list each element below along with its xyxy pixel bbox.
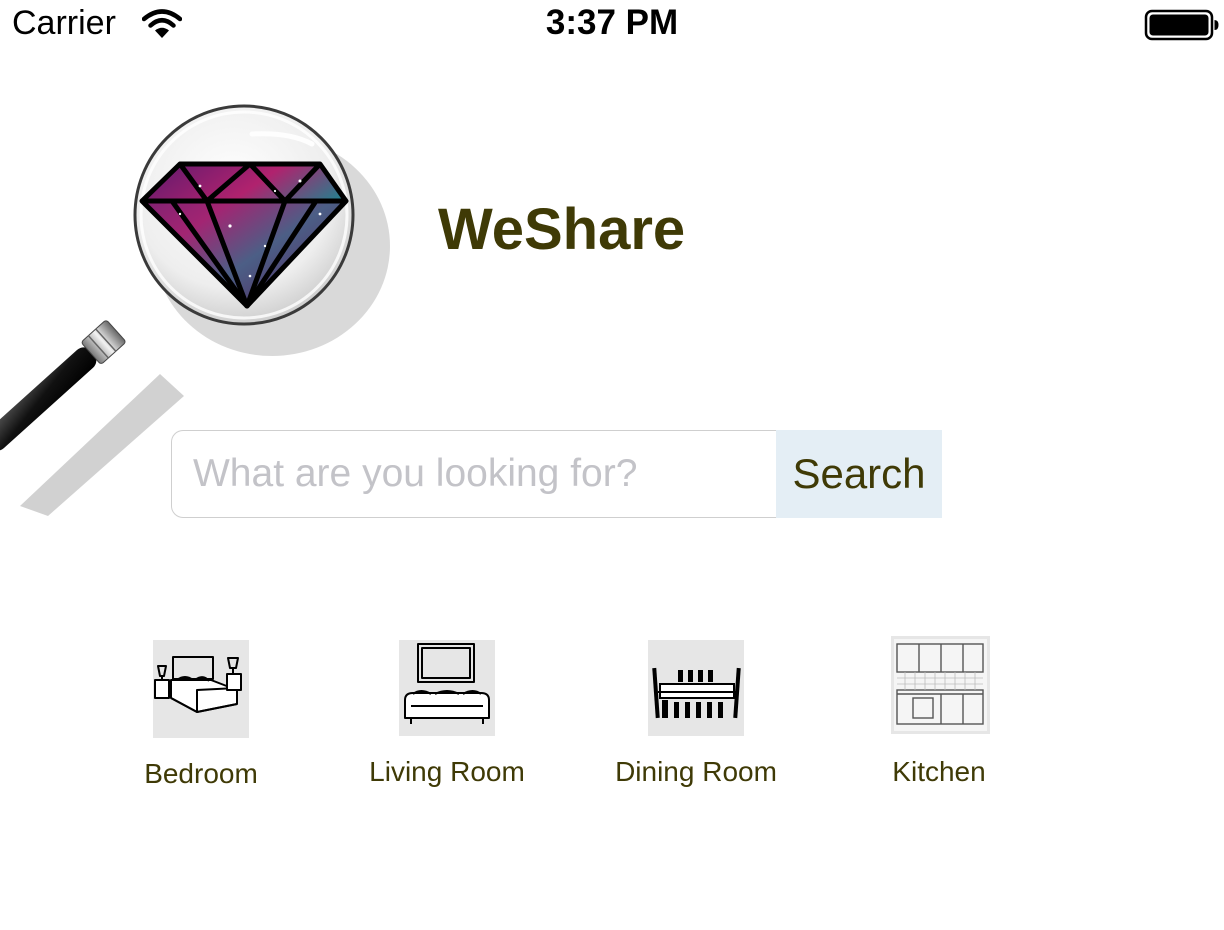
- living-room-icon: [399, 640, 495, 736]
- search-input[interactable]: [172, 431, 776, 517]
- category-label: Dining Room: [615, 756, 777, 787]
- bedroom-icon: [153, 640, 249, 738]
- dining-room-icon: [648, 640, 744, 736]
- kitchen-icon: [891, 636, 990, 734]
- status-time: 3:37 PM: [545, 3, 679, 42]
- search-button[interactable]: Search: [776, 430, 942, 518]
- battery-icon: [1144, 9, 1219, 41]
- category-label: Living Room: [369, 756, 525, 787]
- search-box: [171, 430, 776, 518]
- category-label: Kitchen: [892, 756, 986, 787]
- status-bar: Carrier 3:37 PM: [0, 0, 1224, 48]
- app-screen: Carrier 3:37 PM WeShare What are you loo…: [0, 0, 1224, 930]
- category-living-room[interactable]: Living Room: [327, 640, 567, 800]
- category-label: Bedroom: [144, 758, 258, 789]
- category-dining-room[interactable]: Dining Room: [576, 640, 816, 800]
- app-title: WeShare: [438, 197, 686, 262]
- category-kitchen[interactable]: Kitchen: [819, 636, 1059, 796]
- category-bedroom[interactable]: Bedroom: [81, 640, 321, 800]
